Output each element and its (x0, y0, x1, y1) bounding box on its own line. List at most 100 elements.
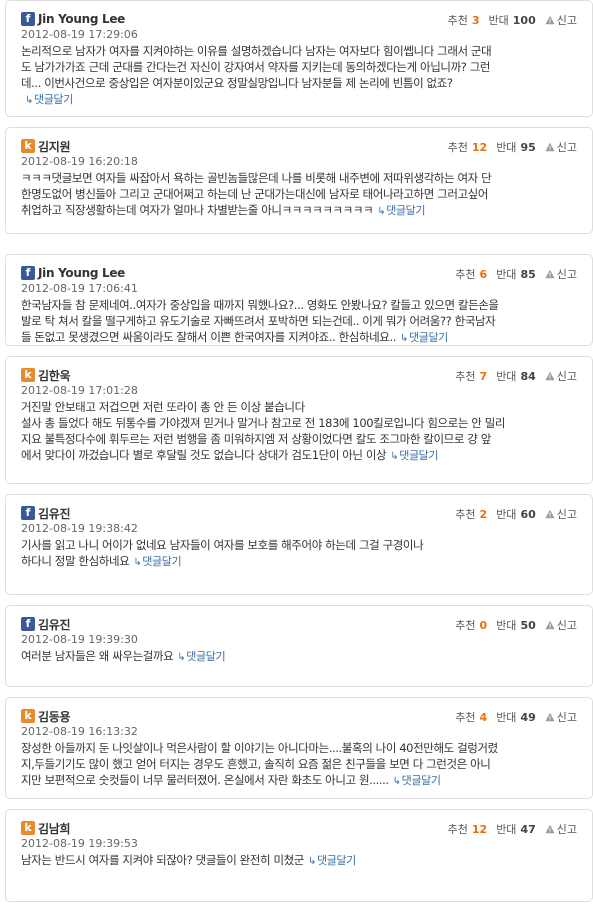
reply-arrow-icon: ↳ (25, 95, 33, 106)
comment-list: f Jin Young Lee 2012-08-19 17:29:06 추천 3 반대 10… (0, 0, 593, 909)
comment-author-row: k 김지원 (21, 138, 71, 155)
oppose-count: 95 (520, 140, 536, 154)
oppose-label[interactable]: 반대 (496, 821, 516, 837)
report-icon (545, 509, 555, 519)
comment-body: 장성한 아들까지 둔 나잇살이나 먹은사람이 할 이야기는 아니다마는....불… (21, 740, 573, 790)
report-icon (545, 371, 555, 381)
reply-link[interactable]: ↳댓글달기 (393, 774, 441, 787)
comment-item: f 김유진 2012-08-19 19:38:42 추천 2 반대 60 신고 기사를 읽고 나… (5, 494, 593, 595)
report-icon (545, 712, 555, 722)
recommend-count: 2 (479, 507, 488, 521)
oppose-count: 49 (520, 710, 536, 724)
comment-item: k 김남희 2012-08-19 19:39:53 추천 12 반대 47 신고 남자는 반드시… (5, 809, 593, 902)
comment-line: 취업하고 직장생활하는데 여자가 얼마나 차별받는줄 아니ㅋㅋㅋㅋㅋㅋㅋㅋㅋ ↳댓… (21, 202, 573, 220)
recommend-count: 6 (479, 267, 488, 281)
oppose-label[interactable]: 반대 (489, 12, 509, 28)
comment-author[interactable]: 김한욱 (38, 367, 71, 384)
report-icon (545, 142, 555, 152)
oppose-label[interactable]: 반대 (496, 368, 516, 384)
facebook-icon: f (21, 266, 35, 280)
recommend-label[interactable]: 추천 (448, 139, 468, 155)
reply-link[interactable]: ↳댓글달기 (400, 331, 448, 344)
comment-line: 들 돈없고 못생겼으면 싸움이라도 잘해서 이쁜 한국여자를 지켜야죠.. 한심… (21, 329, 573, 347)
kakao-icon: k (21, 821, 35, 835)
comment-line-text: ㅋㅋㅋ댓글보면 여자들 싸잡아서 욕하는 골빈놈들많은데 나를 비롯해 내주변에… (21, 171, 492, 185)
comment-item: k 김지원 2012-08-19 16:20:18 추천 12 반대 95 신고 ㅋㅋㅋ댓글보면… (5, 127, 593, 234)
report-button[interactable]: 신고 (545, 368, 577, 384)
oppose-label[interactable]: 반대 (496, 506, 516, 522)
comment-author[interactable]: 김동용 (38, 708, 71, 725)
recommend-label[interactable]: 추천 (455, 266, 475, 282)
oppose-label[interactable]: 반대 (496, 617, 516, 633)
recommend-count: 12 (471, 140, 488, 154)
comment-line: 장성한 아들까지 둔 나잇살이나 먹은사람이 할 이야기는 아니다마는....불… (21, 740, 573, 756)
comment-line: 남자는 반드시 여자를 지켜야 되잖아? 댓글들이 완전히 미쳤군 ↳댓글달기 (21, 852, 573, 870)
comment-author[interactable]: 김유진 (38, 505, 71, 522)
reply-link[interactable]: ↳댓글달기 (377, 204, 425, 217)
comment-date: 2012-08-19 17:29:06 (21, 28, 138, 41)
comment-body: 거진말 안보태고 저겁으면 저런 또라이 총 안 든 이상 붙습니다 설사 총 들… (21, 399, 573, 465)
recommend-label[interactable]: 추천 (448, 821, 468, 837)
comment-author-row: f 김유진 (21, 505, 71, 522)
comment-date: 2012-08-19 16:13:32 (21, 725, 138, 738)
comment-author[interactable]: Jin Young Lee (38, 266, 125, 280)
comment-line: 설사 총 들었다 해도 뒤통수를 가야겠져 믿거나 말거나 참고로 전 183에… (21, 415, 573, 431)
report-button[interactable]: 신고 (545, 266, 577, 282)
comment-body: 기사를 읽고 나니 어이가 없네요 남자들이 여자를 보호를 해주어야 하는데 … (21, 537, 573, 571)
oppose-label[interactable]: 반대 (496, 139, 516, 155)
comment-line-text: 도 남가가가죠 근데 군대를 간다는건 자신이 강자여서 약자를 지키는데 동의… (21, 60, 491, 74)
recommend-label[interactable]: 추천 (455, 368, 475, 384)
comment-body: ㅋㅋㅋ댓글보면 여자들 싸잡아서 욕하는 골빈놈들많은데 나를 비롯해 내주변에… (21, 170, 573, 220)
recommend-count: 0 (479, 618, 488, 632)
comment-line-text: 남자는 반드시 여자를 지켜야 되잖아? 댓글들이 완전히 미쳤군 (21, 853, 304, 867)
report-label: 신고 (556, 508, 577, 521)
reply-link[interactable]: ↳댓글달기 (133, 555, 181, 568)
reply-link[interactable]: ↳댓글달기 (308, 854, 356, 867)
reply-link[interactable]: ↳댓글달기 (177, 650, 225, 663)
report-icon (545, 269, 555, 279)
reply-arrow-icon: ↳ (308, 856, 316, 867)
comment-line: 데... 이번사건으로 중상입은 여자분이있군요 정말실망입니다 남자분들 제 … (21, 75, 573, 91)
comment-author[interactable]: 김유진 (38, 616, 71, 633)
comment-line: 한명도없어 병신들아 그리고 군대어쩌고 하는데 난 군대가는대신에 남자로 태… (21, 186, 573, 202)
report-button[interactable]: 신고 (545, 617, 577, 633)
comment-line-text: 에서 맞다이 까겄습니다 별로 후달릴 것도 없습니다 상대가 검도1단이 아닌… (21, 448, 387, 462)
comment-line-text: 기사를 읽고 나니 어이가 없네요 남자들이 여자를 보호를 해주어야 하는데 … (21, 538, 424, 552)
comment-line: 거진말 안보태고 저겁으면 저런 또라이 총 안 든 이상 붙습니다 (21, 399, 573, 415)
reply-link-label: 댓글달기 (401, 774, 441, 787)
recommend-label[interactable]: 추천 (455, 506, 475, 522)
report-button[interactable]: 신고 (545, 506, 577, 522)
comment-item: k 김동용 2012-08-19 16:13:32 추천 4 반대 49 신고 장성한 아들까지… (5, 697, 593, 799)
report-button[interactable]: 신고 (545, 12, 577, 28)
reply-link-label: 댓글달기 (409, 331, 448, 344)
vote-area: 추천 12 반대 95 신고 (448, 139, 577, 155)
recommend-label[interactable]: 추천 (455, 617, 475, 633)
comment-author[interactable]: 김남희 (38, 820, 71, 837)
comment-line-text: 지만 보편적으로 숫컷들이 너무 물러터졌어. 온실에서 자란 화초도 아니고 … (21, 773, 389, 787)
report-button[interactable]: 신고 (545, 709, 577, 725)
comment-line-text: 여러분 남자들은 왜 싸우는걸까요 (21, 649, 174, 663)
comment-line: 발로 탁 쳐서 칼을 떨구게하고 유도기술로 자빠뜨려서 포박하면 되는건데..… (21, 313, 573, 329)
oppose-count: 50 (520, 618, 536, 632)
comment-author-row: f Jin Young Lee (21, 265, 125, 281)
oppose-label[interactable]: 반대 (496, 266, 516, 282)
report-icon (545, 620, 555, 630)
report-button[interactable]: 신고 (545, 139, 577, 155)
reply-link[interactable]: ↳댓글달기 (25, 93, 73, 106)
comment-line: 에서 맞다이 까겄습니다 별로 후달릴 것도 없습니다 상대가 검도1단이 아닌… (21, 447, 573, 465)
oppose-label[interactable]: 반대 (496, 709, 516, 725)
vote-area: 추천 6 반대 85 신고 (455, 266, 577, 282)
recommend-label[interactable]: 추천 (455, 709, 475, 725)
comment-line-text: 취업하고 직장생활하는데 여자가 얼마나 차별받는줄 아니ㅋㅋㅋㅋㅋㅋㅋㅋㅋ (21, 203, 374, 217)
comment-line-text: 지,두들기기도 많이 했고 얻어 터지는 경우도 흔했고, 솔직히 요즘 젊은 … (21, 757, 491, 771)
comment-line: 논리적으로 남자가 여자를 지켜야하는 이유를 설명하겠습니다 남자는 여자보다… (21, 43, 573, 59)
comment-author[interactable]: Jin Young Lee (38, 12, 125, 26)
report-button[interactable]: 신고 (545, 821, 577, 837)
oppose-count: 85 (520, 267, 536, 281)
comment-author[interactable]: 김지원 (38, 138, 71, 155)
reply-link[interactable]: ↳댓글달기 (390, 449, 438, 462)
comment-author-row: k 김남희 (21, 820, 71, 837)
recommend-label[interactable]: 추천 (448, 12, 468, 28)
comment-line: 지,두들기기도 많이 했고 얻어 터지는 경우도 흔했고, 솔직히 요즘 젊은 … (21, 756, 573, 772)
comment-line: 지요 불특정다수에 휘두르는 저런 범행을 좀 미워하지엠 저 상황이었다면 칼… (21, 431, 573, 447)
